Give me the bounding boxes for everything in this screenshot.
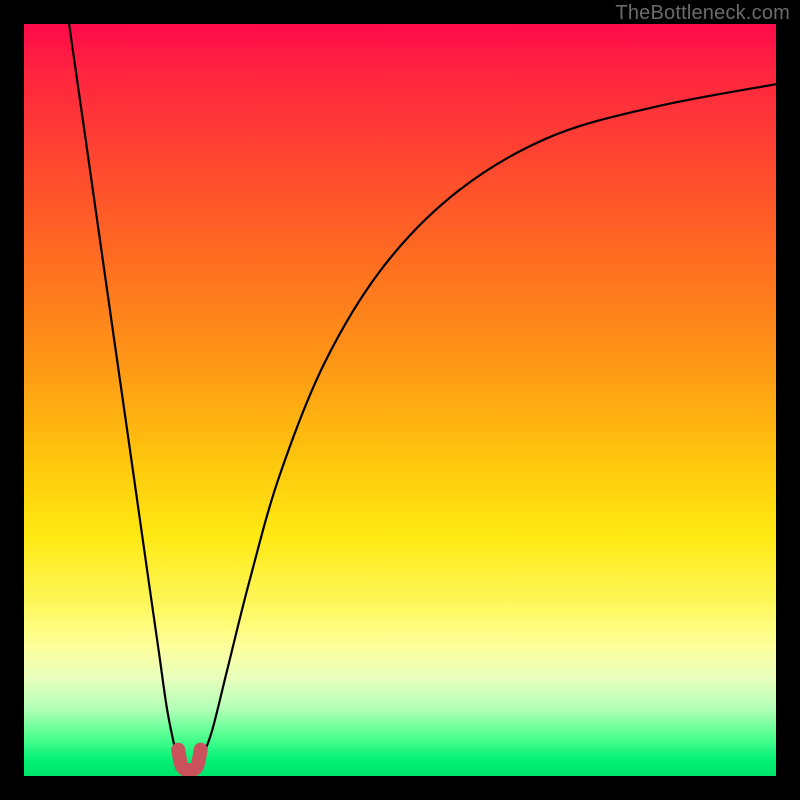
chart-frame: TheBottleneck.com [0, 0, 800, 800]
curve-overlay [24, 24, 776, 776]
curve-right-branch [201, 84, 776, 761]
curve-left-branch [69, 24, 178, 761]
watermark-text: TheBottleneck.com [615, 2, 790, 25]
trough-marker [178, 750, 201, 770]
plot-area [24, 24, 776, 776]
